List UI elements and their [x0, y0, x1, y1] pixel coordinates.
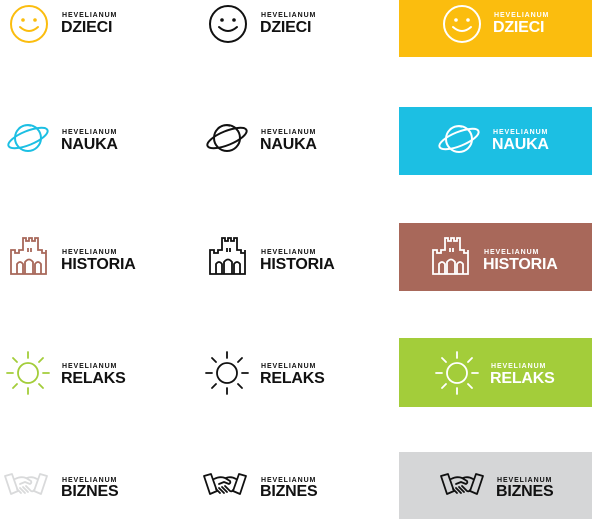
category-word: NAUKA	[260, 136, 317, 153]
logo-relaks-black: HEVELIANUM RELAKS	[200, 348, 390, 398]
sun-icon	[205, 351, 249, 395]
category-word: RELAKS	[260, 370, 325, 387]
logo-biznes-light: HEVELIANUM BIZNES	[0, 465, 190, 510]
sun-icon	[435, 351, 479, 395]
category-word: DZIECI	[260, 19, 312, 36]
logo-historia-color: HEVELIANUM HISTORIA	[0, 228, 195, 286]
planet-icon	[206, 124, 248, 152]
brand-kicker: HEVELIANUM	[484, 249, 540, 256]
category-word: HISTORIA	[61, 256, 136, 273]
logo-relaks-panel: HEVELIANUM RELAKS	[399, 338, 592, 407]
brand-kicker: HEVELIANUM	[62, 249, 118, 256]
castle-icon	[209, 237, 246, 275]
category-word: HISTORIA	[483, 256, 558, 273]
logo-relaks-color: HEVELIANUM RELAKS	[0, 348, 190, 398]
category-word: DZIECI	[493, 19, 545, 36]
brand-kicker: HEVELIANUM	[62, 129, 118, 136]
brand-kicker: HEVELIANUM	[491, 363, 547, 370]
handshake-icon	[203, 473, 247, 495]
logo-biznes-panel: HEVELIANUM BIZNES	[399, 452, 592, 519]
brand-kicker: HEVELIANUM	[493, 129, 549, 136]
logo-dzieci-black: HEVELIANUM DZIECI	[200, 0, 390, 55]
brand-kicker: HEVELIANUM	[261, 249, 317, 256]
brand-kicker: HEVELIANUM	[494, 12, 550, 19]
brand-kicker: HEVELIANUM	[261, 363, 317, 370]
category-word: RELAKS	[61, 370, 126, 387]
smiley-icon	[10, 5, 48, 43]
logo-historia-panel: HEVELIANUM HISTORIA	[399, 223, 592, 291]
logo-nauka-color: HEVELIANUM NAUKA	[0, 110, 190, 170]
castle-icon	[432, 237, 469, 275]
category-word: BIZNES	[260, 483, 318, 500]
smiley-icon	[209, 5, 247, 43]
logo-biznes-black: HEVELIANUM BIZNES	[200, 465, 390, 510]
brand-kicker: HEVELIANUM	[261, 12, 317, 19]
brand-kicker: HEVELIANUM	[261, 129, 317, 136]
category-word: DZIECI	[61, 19, 113, 36]
logo-dzieci-panel: HEVELIANUM DZIECI	[399, 0, 592, 57]
brand-kicker: HEVELIANUM	[62, 363, 118, 370]
brand-kicker: HEVELIANUM	[62, 12, 118, 19]
category-word: RELAKS	[490, 370, 555, 387]
category-word: BIZNES	[61, 483, 119, 500]
planet-icon	[438, 125, 480, 153]
logo-historia-black: HEVELIANUM HISTORIA	[200, 228, 395, 286]
sun-icon	[6, 351, 50, 395]
logo-nauka-black: HEVELIANUM NAUKA	[200, 110, 390, 170]
category-word: BIZNES	[496, 483, 554, 500]
category-word: NAUKA	[61, 136, 118, 153]
category-word: HISTORIA	[260, 256, 335, 273]
logo-nauka-panel: HEVELIANUM NAUKA	[399, 107, 592, 175]
category-word: NAUKA	[492, 136, 549, 153]
logo-dzieci-color: HEVELIANUM DZIECI	[0, 0, 190, 55]
castle-icon	[10, 237, 47, 275]
planet-icon	[7, 124, 49, 152]
handshake-icon	[440, 473, 484, 495]
smiley-icon	[443, 5, 481, 43]
handshake-icon	[4, 473, 48, 495]
